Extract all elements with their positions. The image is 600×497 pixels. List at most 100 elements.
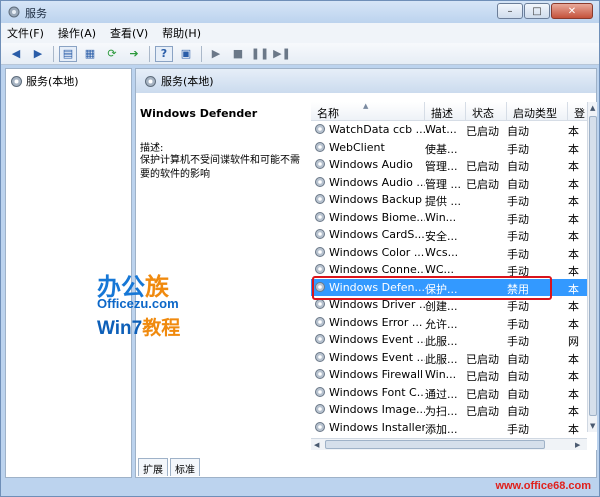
table-row[interactable]: Windows Error ... 允许... 手动本 — [311, 314, 597, 332]
row-status: 已启动 — [466, 370, 499, 383]
pause-service-button[interactable]: ❚❚ — [251, 46, 269, 62]
restart-service-button[interactable]: ▶❚ — [273, 46, 291, 62]
row-startup-type: 手动 — [507, 265, 529, 278]
row-name: Windows Audio ... — [329, 175, 425, 189]
show-hide-tree-button[interactable]: ▤ — [59, 45, 77, 62]
row-description: Win... — [425, 210, 457, 224]
tree-item-services-local[interactable]: 服务(本地) — [10, 73, 79, 89]
help-button[interactable]: ? — [155, 45, 173, 62]
close-button[interactable]: ✕ — [551, 3, 593, 19]
row-name: Windows Backup — [329, 193, 422, 206]
row-description: 此服... — [425, 352, 458, 366]
table-row[interactable]: Windows Backup 提供 ... 手动本 — [311, 191, 597, 209]
column-header-status[interactable]: 状态 — [466, 102, 507, 121]
export-list-button[interactable]: ➔ — [125, 46, 143, 62]
row-description: Win... — [425, 368, 457, 381]
row-description: 为扫... — [425, 405, 458, 418]
toolbar-divider — [201, 45, 202, 62]
description-label: 描述: — [140, 143, 164, 154]
stop-service-button[interactable]: ■ — [229, 46, 247, 62]
table-row[interactable]: Windows Installer 添加... 手动本 — [311, 419, 597, 437]
table-row[interactable]: Windows Audio 管理... 已启动 自动本 — [311, 156, 597, 174]
tab-extended[interactable]: 扩展 — [138, 458, 168, 476]
service-gear-icon — [315, 421, 325, 432]
table-row[interactable]: Windows Event ... 此服... 已启动 自动本 — [311, 349, 597, 367]
table-row[interactable]: Windows Conne... WC... 手动本 — [311, 261, 597, 279]
minimize-button[interactable]: – — [497, 3, 523, 19]
row-name: Windows Defen... — [329, 280, 425, 294]
properties-button[interactable]: ▦ — [81, 46, 99, 62]
table-row[interactable]: Windows Font C... 通过... 已启动 自动本 — [311, 384, 597, 402]
title-bar[interactable]: 服务 – □ ✕ — [1, 1, 599, 23]
column-header-startup-type[interactable]: 启动类型 — [507, 102, 568, 121]
row-description: Wcs... — [425, 245, 459, 259]
scroll-up-icon[interactable]: ▲ — [590, 104, 595, 112]
row-name: Windows Firewall — [329, 368, 424, 381]
row-description: 管理 ... — [425, 177, 461, 191]
back-button[interactable]: ◀ — [7, 46, 25, 62]
start-service-button[interactable]: ▶ — [207, 46, 225, 62]
view-button[interactable]: ▣ — [177, 46, 195, 62]
column-header-description[interactable]: 描述 — [425, 102, 466, 121]
watermark-logo: 办公族 Officezu.com Win7教程 — [97, 267, 193, 341]
table-row[interactable]: Windows Defen... 保护... 禁用本 — [311, 278, 597, 296]
vertical-scrollbar[interactable]: ▲ ▼ — [587, 102, 597, 432]
export-icon: ➔ — [129, 47, 139, 60]
play-icon: ▶ — [211, 47, 221, 60]
toolbar-divider — [53, 45, 54, 62]
column-startup-label: 启动类型 — [513, 107, 557, 120]
service-title: Windows Defender — [140, 107, 258, 120]
stop-icon: ■ — [232, 47, 244, 60]
horizontal-scroll-thumb[interactable] — [325, 440, 545, 449]
refresh-icon: ⟳ — [107, 47, 117, 60]
table-row[interactable]: Windows Audio ... 管理 ... 已启动 自动本 — [311, 174, 597, 192]
service-gear-icon — [315, 369, 325, 379]
menu-action[interactable]: 操作(A) — [58, 25, 96, 41]
maximize-button[interactable]: □ — [524, 3, 550, 19]
menu-help[interactable]: 帮助(H) — [162, 25, 201, 41]
row-startup-type: 自动 — [507, 177, 529, 191]
vertical-scroll-thumb[interactable] — [589, 116, 597, 416]
table-row[interactable]: Windows Biome... Win... 手动本 — [311, 209, 597, 227]
service-gear-icon — [315, 229, 325, 239]
table-row[interactable]: Windows CardS... 安全... 手动本 — [311, 226, 597, 244]
scroll-right-icon[interactable]: ▶ — [575, 441, 580, 449]
row-description: 管理... — [425, 160, 458, 173]
scroll-left-icon[interactable]: ◀ — [314, 441, 319, 449]
row-name: Windows Color ... — [329, 245, 425, 259]
table-row[interactable]: WebClient 使基... 手动本 — [311, 139, 597, 157]
table-row[interactable]: Windows Image... 为扫... 已启动 自动本 — [311, 401, 597, 419]
tab-standard[interactable]: 标准 — [170, 458, 200, 476]
table-row[interactable]: WatchData ccb ... Wat... 已启动 自动本 — [311, 121, 597, 139]
refresh-button[interactable]: ⟳ — [103, 46, 121, 62]
services-list: ▲ 名称 描述 状态 启动类型 登 WatchData ccb ... Wat..… — [311, 102, 597, 450]
forward-button[interactable]: ▶ — [29, 46, 47, 62]
row-status: 已启动 — [466, 387, 499, 401]
table-row[interactable]: Windows Driver ... 创建... 手动本 — [311, 296, 597, 314]
table-row[interactable]: Windows Event ... 此服... 手动网 — [311, 331, 597, 349]
row-startup-type: 手动 — [507, 230, 529, 243]
description-text: 保护计算机不受间谍软件和可能不需要的软件的影响 — [140, 155, 300, 180]
row-status: 已启动 — [466, 405, 499, 418]
row-startup-type: 手动 — [507, 142, 529, 156]
service-gear-icon — [315, 124, 325, 134]
watermark-url: www.office68.com — [495, 480, 591, 492]
scroll-down-icon[interactable]: ▼ — [590, 422, 595, 430]
service-gear-icon — [315, 299, 325, 309]
restart-icon: ▶❚ — [273, 47, 291, 60]
horizontal-scrollbar[interactable]: ◀ ▶ — [311, 438, 587, 450]
row-description: 保护... — [425, 282, 458, 296]
row-description: 此服... — [425, 335, 458, 348]
row-name: WebClient — [329, 140, 385, 154]
watermark-tagline-part1: Win7 — [97, 318, 143, 339]
service-gear-icon — [315, 264, 325, 274]
column-header-name[interactable]: ▲ 名称 — [311, 102, 425, 121]
sort-ascending-icon: ▲ — [363, 102, 369, 110]
watermark-domain: Officezu.com — [97, 296, 179, 311]
row-startup-type: 手动 — [507, 195, 529, 208]
row-description: 添加... — [425, 422, 458, 436]
menu-view[interactable]: 查看(V) — [110, 25, 148, 41]
menu-file[interactable]: 文件(F) — [7, 25, 44, 41]
table-row[interactable]: Windows Color ... Wcs... 手动本 — [311, 244, 597, 262]
table-row[interactable]: Windows Firewall Win... 已启动 自动本 — [311, 366, 597, 384]
